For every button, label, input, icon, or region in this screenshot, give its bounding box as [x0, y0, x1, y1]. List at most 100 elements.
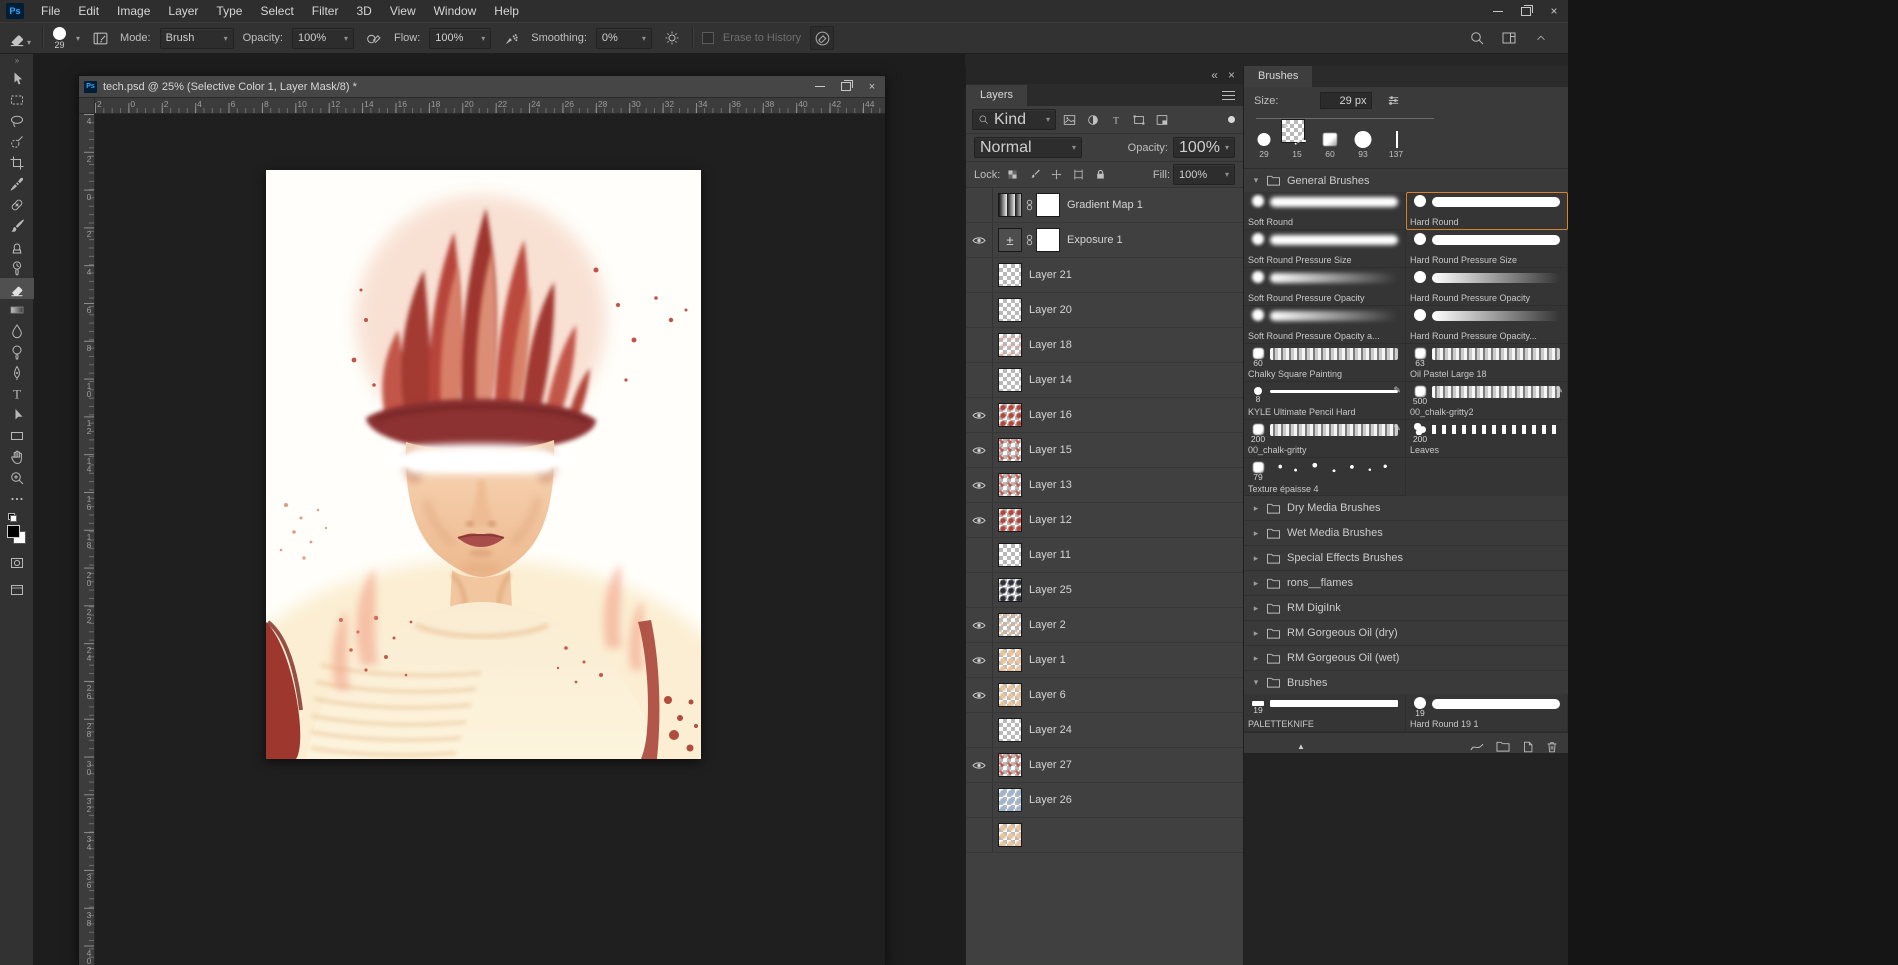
- visibility-toggle[interactable]: [966, 713, 993, 747]
- layer-row[interactable]: Layer 11: [966, 538, 1243, 573]
- menu-item[interactable]: Image: [108, 0, 159, 22]
- layer-row[interactable]: Layer 24: [966, 713, 1243, 748]
- preview-size-slider-thumb[interactable]: ▲: [1297, 742, 1305, 751]
- brush-folder[interactable]: ▸ rons__flames: [1244, 571, 1568, 596]
- brush-preset-picker[interactable]: 29: [53, 27, 66, 50]
- brush-preset[interactable]: ✎ Hard Round Pressure Opacity...: [1406, 306, 1568, 344]
- pen-tool[interactable]: [0, 362, 34, 383]
- brush-preset[interactable]: 200 ✎ Leaves: [1406, 420, 1568, 458]
- layer-row[interactable]: Layer 20: [966, 293, 1243, 328]
- blend-mode-dropdown[interactable]: Normal ▾: [974, 137, 1082, 158]
- lasso-tool[interactable]: [0, 110, 34, 131]
- layer-row[interactable]: Gradient Map 1: [966, 188, 1243, 223]
- visibility-toggle[interactable]: [966, 328, 993, 362]
- eyedropper-tool[interactable]: [0, 173, 34, 194]
- mode-dropdown[interactable]: Brush ▾: [160, 28, 234, 49]
- edit-toolbar-button[interactable]: [0, 488, 34, 509]
- layer-thumbnail[interactable]: [998, 683, 1022, 707]
- brush-group-general[interactable]: ▾ General Brushes: [1244, 169, 1568, 192]
- menu-item[interactable]: Filter: [303, 0, 348, 22]
- visibility-toggle[interactable]: [966, 188, 993, 222]
- erase-to-history-checkbox[interactable]: [702, 32, 714, 44]
- quick-mask-button[interactable]: [0, 552, 34, 573]
- filter-type-layers-button[interactable]: T: [1106, 111, 1125, 129]
- collapse-panels-icon[interactable]: «: [1211, 66, 1218, 84]
- delete-brush-button[interactable]: [1545, 740, 1559, 754]
- layer-thumbnail[interactable]: [998, 823, 1022, 847]
- layer-row[interactable]: [966, 818, 1243, 853]
- layer-thumbnail[interactable]: [998, 543, 1022, 567]
- layer-mask-thumbnail[interactable]: [1036, 228, 1060, 252]
- brush-preset[interactable]: 19 ✎ Hard Round 19 1: [1406, 694, 1568, 732]
- eraser-tool[interactable]: [0, 278, 34, 299]
- document-titlebar[interactable]: Ps tech.psd @ 25% (Selective Color 1, La…: [79, 76, 885, 98]
- tab-brushes[interactable]: Brushes: [1244, 66, 1312, 87]
- brush-tool[interactable]: [0, 215, 34, 236]
- visibility-toggle[interactable]: [966, 538, 993, 572]
- history-brush-tool[interactable]: [0, 257, 34, 278]
- visibility-toggle[interactable]: [966, 573, 993, 607]
- filter-smart-objects-button[interactable]: [1152, 111, 1171, 129]
- layer-row[interactable]: Layer 15: [966, 433, 1243, 468]
- recent-brush[interactable]: 93: [1348, 130, 1378, 159]
- canvas[interactable]: [266, 170, 701, 759]
- layer-row[interactable]: Layer 1: [966, 643, 1243, 678]
- smoothing-options-button[interactable]: [661, 27, 683, 49]
- layer-thumbnail[interactable]: [998, 193, 1022, 217]
- layer-row[interactable]: Layer 6: [966, 678, 1243, 713]
- smoothing-dropdown[interactable]: 0% ▾: [596, 28, 652, 49]
- menu-item[interactable]: File: [32, 0, 69, 22]
- brush-preset[interactable]: ✎ Soft Round Pressure Opacity a...: [1244, 306, 1406, 344]
- menu-item[interactable]: 3D: [347, 0, 380, 22]
- visibility-toggle[interactable]: [966, 643, 993, 677]
- layer-mask-thumbnail[interactable]: [1036, 193, 1060, 217]
- foreground-color-swatch[interactable]: [7, 525, 20, 538]
- layer-thumbnail[interactable]: [998, 228, 1022, 252]
- tool-preset-picker[interactable]: ▾: [6, 28, 33, 48]
- layer-row[interactable]: Layer 27: [966, 748, 1243, 783]
- visibility-toggle[interactable]: [966, 783, 993, 817]
- dodge-tool[interactable]: [0, 341, 34, 362]
- menu-item[interactable]: Help: [485, 0, 528, 22]
- layer-thumbnail[interactable]: [998, 718, 1022, 742]
- hand-tool[interactable]: [0, 446, 34, 467]
- brush-preset[interactable]: ✎ Soft Round Pressure Size: [1244, 230, 1406, 268]
- filter-kind-dropdown[interactable]: Kind ▾: [972, 109, 1056, 130]
- brush-settings-button[interactable]: [1386, 93, 1401, 108]
- lock-position-button[interactable]: [1047, 166, 1066, 184]
- brush-size-slider[interactable]: ▲: [1256, 114, 1556, 128]
- layer-row[interactable]: Layer 21: [966, 258, 1243, 293]
- toolbar-collapse-icon[interactable]: »: [15, 54, 18, 68]
- visibility-toggle[interactable]: [966, 258, 993, 292]
- layer-row[interactable]: Layer 16: [966, 398, 1243, 433]
- layer-thumbnail[interactable]: [998, 438, 1022, 462]
- erase-history-brush-button[interactable]: [810, 26, 834, 50]
- airbrush-button[interactable]: [500, 27, 522, 49]
- layer-row[interactable]: Layer 14: [966, 363, 1243, 398]
- layer-thumbnail[interactable]: [998, 648, 1022, 672]
- quick-selection-tool[interactable]: [0, 131, 34, 152]
- layer-row[interactable]: Layer 2: [966, 608, 1243, 643]
- brush-folder[interactable]: ▸ Special Effects Brushes: [1244, 546, 1568, 571]
- lock-all-button[interactable]: [1091, 166, 1110, 184]
- layer-row[interactable]: Exposure 1: [966, 223, 1243, 258]
- panel-menu-icon[interactable]: [1222, 91, 1235, 100]
- visibility-toggle[interactable]: [966, 748, 993, 782]
- recent-brush[interactable]: 15: [1282, 130, 1312, 159]
- layer-thumbnail[interactable]: [998, 368, 1022, 392]
- filter-adjustment-layers-button[interactable]: [1083, 111, 1102, 129]
- layer-row[interactable]: Layer 25: [966, 573, 1243, 608]
- brush-folder[interactable]: ▸ RM Gorgeous Oil (wet): [1244, 646, 1568, 671]
- layer-row[interactable]: Layer 26: [966, 783, 1243, 818]
- close-panel-icon[interactable]: ×: [1228, 66, 1235, 84]
- brush-group-brushes[interactable]: ▾ Brushes: [1244, 671, 1568, 694]
- pressure-opacity-button[interactable]: [363, 27, 385, 49]
- brush-folder[interactable]: ▸ RM DigiInk: [1244, 596, 1568, 621]
- brush-preset[interactable]: 8 ✎ KYLE Ultimate Pencil Hard: [1244, 382, 1406, 420]
- brush-preset[interactable]: ✎ Hard Round: [1406, 192, 1568, 230]
- brush-preset[interactable]: 19 ✎ PALETTEKNIFE: [1244, 694, 1406, 732]
- screen-mode-button[interactable]: [0, 579, 34, 600]
- menu-item[interactable]: Window: [425, 0, 486, 22]
- menu-item[interactable]: Layer: [159, 0, 207, 22]
- recent-brush[interactable]: 137: [1381, 130, 1411, 159]
